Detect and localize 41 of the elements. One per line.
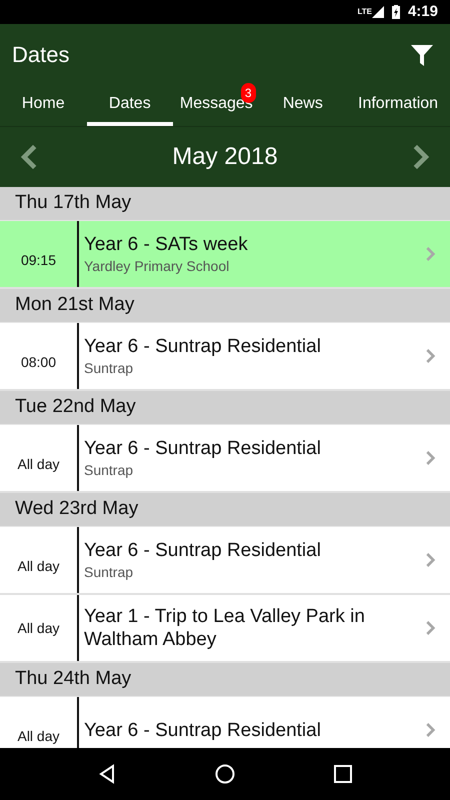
day-header: Thu 24th May bbox=[0, 663, 450, 697]
tab[interactable]: News bbox=[260, 85, 346, 126]
event-row[interactable]: All day Year 6 - Suntrap Residential Suntrap bbox=[0, 527, 450, 595]
event-location: Suntrap bbox=[84, 460, 134, 480]
tab[interactable]: Messages 3 bbox=[173, 85, 260, 126]
day-header: Wed 23rd May bbox=[0, 493, 450, 527]
event-row[interactable]: 09:15 Year 6 - SATs week Yardley Primary School bbox=[0, 221, 450, 289]
tab[interactable]: Home bbox=[0, 85, 87, 126]
day-header: Thu 17th May bbox=[0, 187, 450, 221]
event-title: Year 6 - Suntrap Residential bbox=[84, 334, 322, 358]
event-time: All day bbox=[17, 618, 60, 638]
home-icon[interactable] bbox=[215, 764, 235, 784]
event-location: Yardley Primary School bbox=[84, 256, 230, 276]
day-header: Tue 22nd May bbox=[0, 391, 450, 425]
clock: 4:19 bbox=[408, 2, 438, 22]
back-icon[interactable] bbox=[97, 764, 117, 784]
event-time: All day bbox=[17, 556, 60, 576]
event-time: 09:15 bbox=[20, 250, 56, 270]
event-time: All day bbox=[17, 454, 60, 474]
event-row[interactable]: 08:00 Year 6 - Suntrap Residential Suntrap bbox=[0, 323, 450, 391]
signal-icon bbox=[372, 6, 384, 18]
day-header: Mon 21st May bbox=[0, 289, 450, 323]
filter-icon[interactable] bbox=[410, 42, 434, 66]
event-time: All day bbox=[17, 726, 60, 746]
network-label: LTE bbox=[357, 6, 372, 18]
event-row[interactable]: All day Year 6 - Suntrap Residential Suntrap bbox=[0, 425, 450, 493]
event-title: Year 1 - Trip to Lea Valley Park in Waltham Abbey bbox=[84, 605, 366, 651]
event-row[interactable]: All day Year 1 - Trip to Lea Valley Park in Waltham Abbey bbox=[0, 595, 450, 663]
event-title: Year 6 - SATs week bbox=[84, 232, 249, 256]
recents-icon[interactable] bbox=[333, 764, 353, 784]
tab[interactable]: Dates bbox=[86, 85, 174, 126]
battery-icon bbox=[392, 5, 400, 19]
event-location: Suntrap bbox=[84, 358, 134, 378]
event-title: Year 6 - Suntrap Residential bbox=[84, 718, 322, 742]
event-time: 08:00 bbox=[20, 352, 56, 372]
event-title: Year 6 - Suntrap Residential bbox=[84, 538, 322, 562]
tab[interactable]: Information bbox=[346, 85, 450, 126]
app-title: Dates bbox=[12, 41, 70, 69]
event-location: Suntrap bbox=[84, 562, 134, 582]
event-title: Year 6 - Suntrap Residential bbox=[84, 436, 322, 460]
month-title: May 2018 bbox=[172, 142, 278, 172]
